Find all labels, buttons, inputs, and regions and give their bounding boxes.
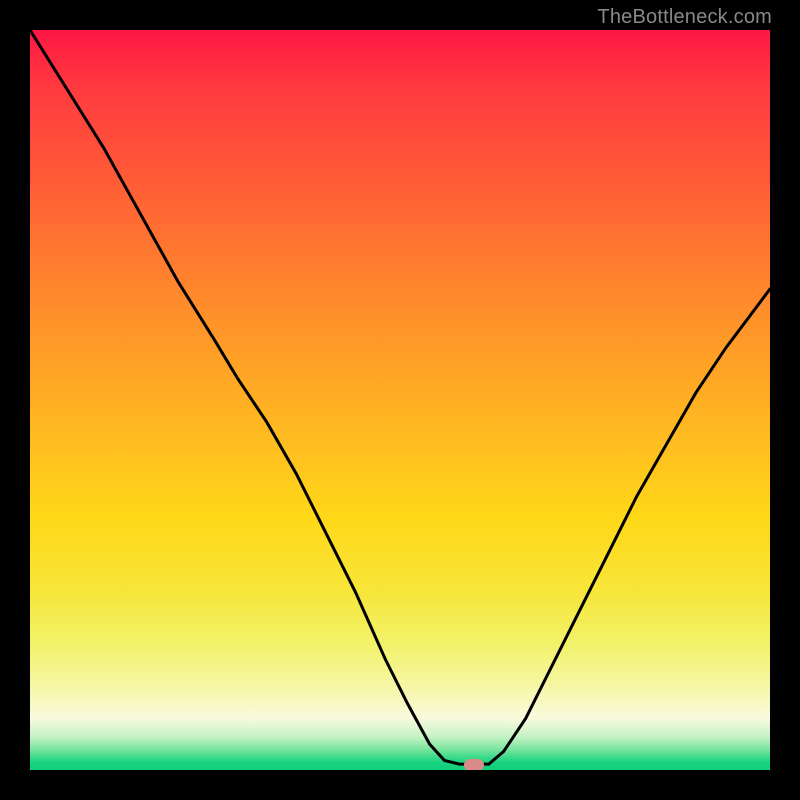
plot-area — [30, 30, 770, 770]
watermark-text: TheBottleneck.com — [597, 6, 772, 29]
optimum-marker — [464, 759, 484, 770]
gradient-background — [30, 30, 770, 770]
chart-frame: TheBottleneck.com — [0, 0, 800, 800]
